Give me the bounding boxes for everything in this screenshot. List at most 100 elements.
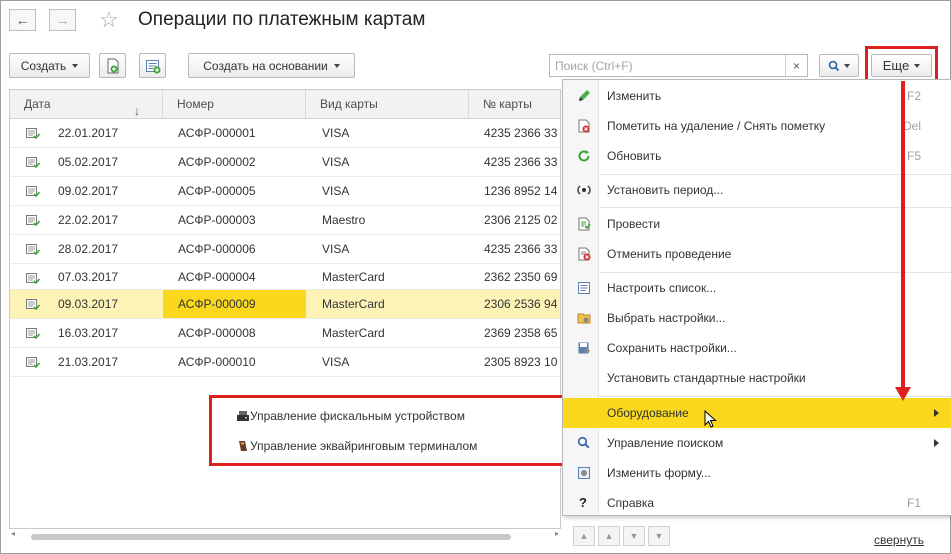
cell-card-number: 2305 8923 10 <box>484 355 558 369</box>
cell-date: 09.02.2017 <box>58 184 119 198</box>
menu-item-mark-deletion[interactable]: Пометить на удаление / Снять пометку Del <box>563 111 951 141</box>
chevron-down-icon <box>72 63 79 68</box>
menu-item-save-settings[interactable]: Сохранить настройки... <box>563 333 951 363</box>
acquiring-terminal-icon <box>239 441 247 451</box>
cell-number: АСФР-000005 <box>178 184 256 198</box>
window-frame: ← → ☆ Операции по платежным картам Созда… <box>0 0 951 554</box>
table-row[interactable]: 28.02.2017 АСФР-000006 VISA 4235 2366 33 <box>10 235 560 264</box>
menu-item-set-period[interactable]: Установить период... <box>563 175 951 205</box>
scroll-bottom-button[interactable]: ▼ <box>648 526 670 546</box>
search-input[interactable] <box>550 55 786 76</box>
forward-button[interactable]: → <box>49 9 76 31</box>
equipment-item-acquiring[interactable]: Управление эквайринговым терминалом <box>222 431 552 461</box>
menu-item-configure-list[interactable]: Настроить список... <box>563 273 951 303</box>
cell-number: АСФР-000002 <box>178 155 256 169</box>
cell-card-number: 4235 2366 33 <box>484 155 558 169</box>
arrow-right-icon: → <box>55 12 70 28</box>
menu-item-edit[interactable]: Изменить F2 <box>563 81 951 111</box>
table-row[interactable]: 07.03.2017 АСФР-000004 MasterCard 2362 2350… <box>10 264 560 290</box>
menu-item-change-form[interactable]: Изменить форму... <box>563 458 951 488</box>
table-row[interactable]: 21.03.2017 АСФР-000010 VISA 2305 8923 10 <box>10 348 560 377</box>
posted-document-icon <box>26 357 40 368</box>
double-up-icon: ▲ <box>579 531 589 541</box>
cell-number: АСФР-000004 <box>178 269 256 284</box>
search-options-button[interactable] <box>819 54 859 77</box>
fiscal-printer-icon <box>237 411 249 421</box>
cell-card-type: MasterCard <box>322 326 385 340</box>
scroll-right-icon[interactable]: ▸ <box>555 529 559 538</box>
posted-document-icon <box>26 328 40 339</box>
cell-card-type: VISA <box>322 355 350 369</box>
table-row[interactable]: 05.02.2017 АСФР-000002 VISA 4235 2366 33 <box>10 148 560 177</box>
list-settings-icon <box>578 282 590 294</box>
column-header-date[interactable]: Дата ↓ <box>10 90 163 119</box>
posted-document-icon <box>26 128 40 139</box>
cell-card-type: MasterCard <box>322 269 385 284</box>
table-row[interactable]: 09.02.2017 АСФР-000005 VISA 1236 8952 14 <box>10 177 560 206</box>
create-based-on-button[interactable]: Создать на основании <box>188 53 355 78</box>
column-header-card-type[interactable]: Вид карты <box>306 90 469 119</box>
search-icon <box>577 436 590 449</box>
page-title: Операции по платежным картам <box>138 9 426 30</box>
magnifier-icon <box>828 60 840 71</box>
save-settings-icon <box>578 342 590 354</box>
close-icon: × <box>792 58 800 73</box>
cell-card-type: Maestro <box>322 213 366 227</box>
cell-date: 05.02.2017 <box>58 155 119 169</box>
scroll-top-button[interactable]: ▲ <box>573 526 595 546</box>
posted-document-icon <box>26 157 40 168</box>
posted-document-icon <box>26 186 40 197</box>
choose-settings-icon <box>577 313 591 324</box>
collapse-link[interactable]: свернуть <box>874 533 924 547</box>
back-button[interactable]: ← <box>9 9 36 31</box>
column-header-number[interactable]: Номер <box>163 90 306 119</box>
menu-item-unpost[interactable]: Отменить проведение <box>563 239 951 269</box>
mouse-cursor-icon <box>704 410 717 428</box>
menu-item-choose-settings[interactable]: Выбрать настройки... <box>563 303 951 333</box>
table-row[interactable]: 09.03.2017 АСФР-000009 MasterCard 2306 2536… <box>10 290 560 319</box>
post-icon <box>578 217 591 231</box>
copy-button[interactable] <box>99 53 126 78</box>
scroll-up-button[interactable]: ▲ <box>598 526 620 546</box>
annotation-arrow-head <box>895 387 911 401</box>
menu-item-search-control[interactable]: Управление поиском <box>563 428 951 458</box>
chevron-down-icon <box>333 63 340 68</box>
add-from-list-button[interactable] <box>139 53 166 78</box>
unpost-icon <box>578 247 591 261</box>
cell-card-number: 2306 2125 02 <box>484 213 558 227</box>
column-header-card-number[interactable]: № карты <box>469 90 560 119</box>
create-button-label: Создать <box>20 58 67 73</box>
table-header: Дата ↓ Номер Вид карты № карты <box>10 90 560 119</box>
scroll-down-button[interactable]: ▼ <box>623 526 645 546</box>
menu-item-refresh[interactable]: Обновить F5 <box>563 141 951 171</box>
up-icon: ▲ <box>604 531 614 541</box>
cell-date: 16.03.2017 <box>58 326 119 340</box>
menu-item-default-settings[interactable]: Установить стандартные настройки <box>563 363 951 393</box>
clear-search-button[interactable]: × <box>785 55 807 76</box>
chevron-right-icon <box>934 409 939 417</box>
menu-item-equipment[interactable]: Оборудование <box>563 398 951 428</box>
search-field[interactable]: × <box>549 54 808 77</box>
scrollbar-thumb[interactable] <box>31 534 511 540</box>
table-row[interactable]: 22.02.2017 АСФР-000003 Maestro 2306 2125 02 <box>10 206 560 235</box>
change-form-icon <box>578 467 590 479</box>
delete-mark-icon <box>578 119 590 133</box>
favorite-star-icon[interactable]: ☆ <box>99 7 119 33</box>
table-row[interactable]: 22.01.2017 АСФР-000001 VISA 4235 2366 33 <box>10 119 560 148</box>
horizontal-scrollbar[interactable]: ◂ ▸ <box>9 529 561 543</box>
equipment-item-fiscal[interactable]: Управление фискальным устройством <box>222 401 552 431</box>
posted-document-icon <box>26 244 40 255</box>
cell-card-type: VISA <box>322 242 350 256</box>
table-row[interactable]: 16.03.2017 АСФР-000008 MasterCard 2369 2358… <box>10 319 560 348</box>
chevron-right-icon <box>934 439 939 447</box>
cell-date: 21.03.2017 <box>58 355 119 369</box>
cell-number: АСФР-000010 <box>178 355 256 369</box>
cell-date: 22.01.2017 <box>58 126 119 140</box>
menu-item-help[interactable]: ? Справка F1 <box>563 488 951 518</box>
scroll-left-icon[interactable]: ◂ <box>11 529 15 538</box>
cell-number: АСФР-000001 <box>178 126 256 140</box>
menu-item-post[interactable]: Провести <box>563 209 951 239</box>
create-button[interactable]: Создать <box>9 53 90 78</box>
pencil-icon <box>579 90 590 101</box>
posted-document-icon <box>26 215 40 226</box>
